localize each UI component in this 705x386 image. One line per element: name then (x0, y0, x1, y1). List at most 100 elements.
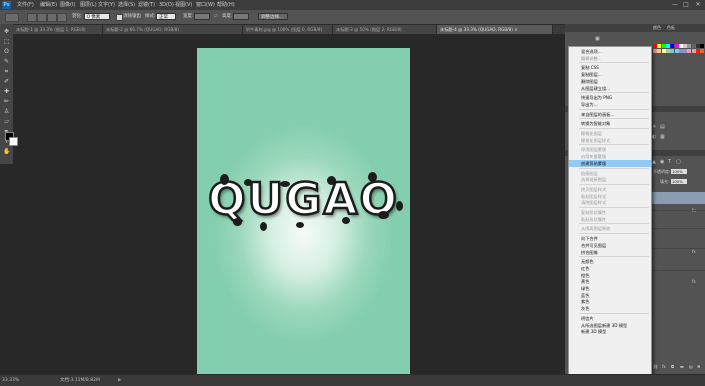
layer-filter-icon[interactable]: T (668, 159, 671, 165)
menu-layer[interactable]: 图层(L) (80, 1, 97, 9)
antialias-label: 消除锯齿 (123, 14, 141, 19)
eraser-tool-icon[interactable]: ▱ (3, 118, 10, 125)
panel-icon[interactable]: ▣ (595, 36, 600, 42)
status-menu-arrow-icon[interactable]: ▶ (118, 376, 121, 385)
hand-tool-icon[interactable]: ✋ (3, 148, 10, 155)
link-layers-icon[interactable]: ⛓ (653, 364, 658, 369)
menu-separator (579, 92, 649, 94)
menu-3d[interactable]: 3D(D) (159, 1, 174, 9)
color-swatch[interactable] (700, 44, 705, 48)
move-tool-icon[interactable]: ✥ (3, 28, 10, 35)
selected-layer-row[interactable] (650, 192, 705, 204)
layer-row-divider (650, 228, 705, 229)
menu-type[interactable]: 文字(Y) (98, 1, 115, 9)
document-tab[interactable]: 未标题-3 @ 50% (图层 2, RGB/8) (333, 25, 437, 34)
background-color-swatch[interactable] (9, 137, 18, 146)
width-label: 宽度: (183, 14, 194, 19)
menu-filter[interactable]: 滤镜(T) (138, 1, 155, 9)
context-menu-item: 栅格化图层样式 (581, 137, 611, 143)
subtract-selection-icon[interactable] (47, 13, 57, 22)
menu-select[interactable]: 选择(S) (118, 1, 135, 9)
lasso-tool-icon[interactable]: ʘ (3, 48, 10, 55)
minimize-icon[interactable]: — (670, 0, 680, 10)
document-tab[interactable]: 未标题-2 @ 66.7% (QUGAO, RGB/8) (103, 25, 243, 34)
fill-input[interactable]: 100% (671, 179, 687, 184)
menu-image[interactable]: 图像(I) (60, 1, 75, 9)
color-panel-tabs: 颜色 色板 (565, 24, 705, 32)
context-menu-item: 选择链接图层 (581, 177, 607, 183)
adjustment-icon[interactable]: ▤ (660, 124, 665, 130)
add-selection-icon[interactable] (37, 13, 47, 22)
menu-file[interactable]: 文件(F) (17, 1, 34, 9)
context-menu-item[interactable]: 新建 3D 模型 (569, 328, 651, 335)
color-swatch[interactable] (700, 49, 705, 53)
menu-help[interactable]: 帮助(H) (217, 1, 235, 9)
context-menu-item[interactable]: 创建剪贴蒙版 (569, 159, 651, 167)
context-menu-item[interactable]: 从图层建立组... (569, 85, 651, 92)
healing-tool-icon[interactable]: ✚ (3, 88, 10, 95)
zoom-level[interactable]: 33.33% (2, 376, 19, 385)
menu-window[interactable]: 窗口(W) (196, 1, 215, 9)
add-style-icon[interactable]: fx (662, 364, 666, 369)
layer-filter-icon[interactable]: ◉ (660, 159, 664, 165)
crop-tool-icon[interactable]: ⌗ (3, 68, 10, 75)
adjustment-icon[interactable]: ◐ (652, 134, 656, 140)
style-select[interactable]: 正常 (156, 13, 176, 20)
delete-layer-icon[interactable]: ✖ (697, 364, 700, 369)
document-tab-active[interactable]: 未标题-4 @ 33.3% (QUGAO, RGB/8) × (437, 25, 553, 34)
menu-separator (579, 108, 649, 110)
add-mask-icon[interactable]: ◘ (671, 364, 674, 369)
menu-separator (579, 256, 649, 258)
swatches-tab[interactable]: 色板 (667, 25, 675, 31)
menu-view[interactable]: 视图(V) (175, 1, 192, 9)
color-tab[interactable]: 颜色 (653, 25, 661, 31)
layer-row-divider (650, 270, 705, 271)
width-input[interactable] (194, 13, 210, 20)
cow-spot (342, 217, 350, 224)
menu-separator (579, 62, 649, 64)
menu-separator (579, 207, 649, 208)
stamp-tool-icon[interactable]: ♙ (3, 108, 10, 115)
menu-separator (579, 312, 649, 314)
context-menu-item: 清除图层样式 (581, 200, 607, 206)
opacity-label: 不透明度: (653, 169, 671, 174)
height-input[interactable] (233, 13, 249, 20)
marquee-preset-icon[interactable] (5, 13, 19, 22)
new-group-icon[interactable]: ▬ (680, 364, 684, 369)
layer-filter-icon[interactable]: ▲ (652, 159, 656, 165)
antialias-checkbox[interactable] (116, 14, 123, 21)
document-tab[interactable]: 未标题-1 @ 33.3% (图层 1, RGB/8) (13, 25, 103, 34)
refine-edge-button[interactable]: 调整边缘... (258, 13, 288, 20)
new-selection-icon[interactable] (27, 13, 37, 22)
eyedropper-tool-icon[interactable]: ✐ (3, 78, 10, 85)
close-icon[interactable]: ✕ (693, 0, 703, 10)
fx-icon: fx (692, 279, 696, 284)
feather-input[interactable]: 0 像素 (84, 13, 110, 20)
maximize-icon[interactable]: □ (681, 0, 691, 10)
intersect-selection-icon[interactable] (57, 13, 67, 22)
quick-select-tool-icon[interactable]: ✎ (3, 58, 10, 65)
menu-edit[interactable]: 编辑(E) (40, 1, 57, 9)
context-menu-item[interactable]: 灰色 (569, 305, 651, 312)
context-menu-item[interactable]: 来自图层的画板... (569, 111, 651, 118)
context-menu-item: 粘贴形状属性 (581, 216, 607, 222)
context-menu-item[interactable]: 导出为... (569, 101, 651, 108)
cow-spot (233, 218, 242, 226)
context-menu-item[interactable]: 拼合图像 (569, 249, 651, 256)
new-layer-icon[interactable]: ▤ (689, 364, 693, 369)
layer-filter-icon[interactable]: ▢ (676, 159, 681, 165)
document-canvas[interactable]: QUGAO (197, 48, 410, 374)
adjustment-icon[interactable]: ☀ (652, 124, 656, 130)
fill-label: 填充: (660, 179, 670, 184)
brush-tool-icon[interactable]: ✏ (3, 98, 10, 105)
context-menu-item[interactable]: 转换为智能对象 (569, 120, 651, 127)
photoshop-logo: Ps (2, 1, 11, 9)
opacity-input[interactable]: 100% (671, 169, 687, 174)
document-tab[interactable]: 奶牛素材.jpg @ 100% (图层 0, RGB/8) (243, 25, 333, 34)
swap-icon[interactable]: ⇄ (214, 13, 218, 20)
context-menu-item: 从隔离图层释放 (581, 226, 611, 232)
adjustment-icon[interactable]: ▦ (660, 134, 665, 140)
menu-bar: Ps 文件(F) 编辑(E) 图像(I) 图层(L) 文字(Y) 选择(S) 滤… (0, 0, 705, 10)
marquee-tool-icon[interactable]: ⬚ (3, 38, 10, 45)
cow-spot (378, 211, 389, 219)
